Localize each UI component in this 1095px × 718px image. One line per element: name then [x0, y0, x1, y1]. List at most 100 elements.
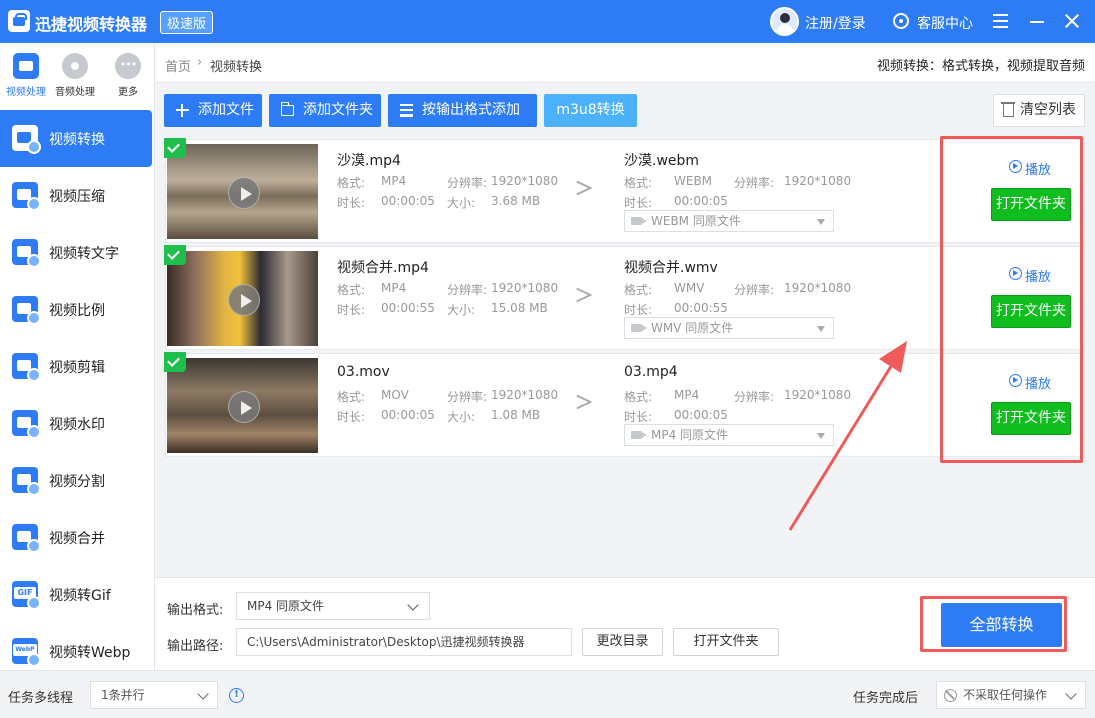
source-size: 3.68 MB — [491, 194, 541, 208]
source-duration: 00:00:05 — [381, 408, 435, 422]
edition-badge: 极速版 — [160, 11, 214, 34]
source-file-name: 沙漠.mp4 — [337, 153, 401, 169]
play-overlay-icon[interactable] — [228, 177, 260, 209]
sidebar-item-label: 视频压缩 — [49, 189, 105, 205]
resolution-label: 分辨率: — [734, 176, 775, 190]
button-label: 添加文件 — [198, 102, 254, 118]
folder-icon — [281, 102, 294, 116]
category-more[interactable]: 更多 — [102, 53, 154, 98]
breadcrumb-home[interactable]: 首页 — [165, 56, 191, 75]
sidebar-item-label: 视频转文字 — [49, 246, 119, 262]
format-label: 格式: — [624, 176, 653, 190]
add-file-button[interactable]: 添加文件 — [164, 94, 262, 127]
customer-service-link[interactable]: 客服中心 — [917, 13, 973, 33]
output-path-label: 输出路径: — [167, 639, 224, 654]
breadcrumb: 首页 › 视频转换 视频转换：格式转换，视频提取音频 — [155, 43, 1095, 83]
headset-icon[interactable] — [893, 13, 909, 29]
sidebar-item-label: 视频合并 — [49, 531, 105, 547]
output-settings: 输出格式: MP4 同原文件 输出路径: C:\Users\Administra… — [155, 577, 1095, 670]
status-bar: 任务多线程 1条并行 ! 任务完成后 不采取任何操作 — [0, 670, 1095, 718]
sidebar-item-video-to-gif[interactable]: 视频转Gif — [0, 566, 154, 623]
source-format: MP4 — [381, 281, 407, 295]
video-camera-icon — [631, 217, 647, 225]
open-output-folder-button[interactable]: 打开文件夹 — [673, 628, 779, 656]
output-format: MP4 — [674, 388, 700, 402]
caret-down-icon — [817, 219, 825, 225]
login-link[interactable]: 注册/登录 — [805, 13, 866, 33]
duration-label: 时长: — [624, 410, 653, 424]
category-label: 视频处理 — [6, 87, 46, 98]
app-logo-icon — [8, 10, 30, 32]
source-size: 15.08 MB — [491, 301, 548, 315]
video-camera-icon — [631, 431, 647, 439]
checkbox-checked-icon[interactable] — [164, 245, 186, 265]
convert-arrow-icon — [576, 394, 594, 410]
play-overlay-icon[interactable] — [228, 391, 260, 423]
source-file-name: 视频合并.mp4 — [337, 260, 429, 276]
select-value: WEBM 同原文件 — [651, 214, 741, 228]
sidebar-item-video-split[interactable]: 视频分割 — [0, 452, 154, 509]
checkbox-checked-icon[interactable] — [164, 352, 186, 372]
sidebar-item-video-to-text[interactable]: 视频转文字 — [0, 224, 154, 281]
sidebar-item-video-ratio[interactable]: 视频比例 — [0, 281, 154, 338]
title-bar: 迅捷视频转换器 极速版 注册/登录 客服中心 — [0, 0, 1095, 43]
video-merge-icon — [12, 524, 41, 553]
checkbox-checked-icon[interactable] — [164, 138, 186, 158]
video-process-icon — [13, 53, 39, 79]
sidebar-item-video-compress[interactable]: 视频压缩 — [0, 167, 154, 224]
list-icon — [400, 104, 413, 117]
user-avatar[interactable] — [770, 7, 799, 36]
sidebar-item-video-watermark[interactable]: 视频水印 — [0, 395, 154, 452]
source-duration: 00:00:55 — [381, 301, 435, 315]
output-path-field[interactable]: C:\Users\Administrator\Desktop\迅捷视频转换器 — [236, 628, 572, 656]
sidebar-item-label: 视频转换 — [49, 132, 105, 148]
sidebar-item-video-edit[interactable]: 视频剪辑 — [0, 338, 154, 395]
video-edit-icon — [12, 353, 41, 382]
add-by-format-button[interactable]: 按输出格式添加 — [388, 94, 537, 127]
video-thumbnail[interactable] — [167, 358, 318, 453]
multithread-select[interactable]: 1条并行 — [90, 681, 218, 709]
output-duration: 00:00:05 — [674, 194, 728, 208]
video-thumbnail[interactable] — [167, 144, 318, 239]
info-icon[interactable]: ! — [229, 688, 244, 703]
button-label: 按输出格式添加 — [422, 102, 520, 118]
minimize-icon[interactable] — [1030, 21, 1044, 23]
source-format: MP4 — [381, 174, 407, 188]
source-resolution: 1920*1080 — [491, 281, 559, 295]
sidebar-item-label: 视频剪辑 — [49, 360, 105, 376]
sidebar-item-video-convert[interactable]: 视频转换 — [0, 110, 152, 167]
video-thumbnail[interactable] — [167, 251, 318, 346]
output-format-dropdown[interactable]: MP4 同原文件 — [236, 592, 430, 620]
source-file-name: 03.mov — [337, 364, 390, 380]
resolution-label: 分辨率: — [447, 283, 488, 297]
category-label: 更多 — [118, 87, 138, 98]
annotation-highlight-box — [940, 136, 1083, 463]
category-audio[interactable]: 音频处理 — [49, 53, 101, 98]
ban-icon — [944, 689, 957, 702]
select-value: MP4 同原文件 — [247, 599, 325, 613]
output-file-name: 03.mp4 — [624, 364, 678, 380]
change-directory-button[interactable]: 更改目录 — [582, 628, 663, 656]
category-video[interactable]: 视频处理 — [0, 53, 52, 98]
audio-process-icon — [62, 53, 88, 79]
after-task-select[interactable]: 不采取任何操作 — [936, 681, 1086, 709]
duration-label: 时长: — [337, 410, 366, 424]
output-format: WEBM — [674, 174, 713, 188]
size-label: 大小: — [447, 303, 476, 317]
add-folder-button[interactable]: 添加文件夹 — [269, 94, 381, 127]
chevron-down-icon — [197, 688, 209, 700]
sidebar-item-video-merge[interactable]: 视频合并 — [0, 509, 154, 566]
output-format-select[interactable]: WEBM 同原文件 — [624, 210, 834, 232]
close-icon[interactable] — [1063, 12, 1081, 30]
sidebar-item-label: 视频比例 — [49, 303, 105, 319]
menu-icon[interactable] — [993, 14, 1008, 28]
video-convert-icon — [12, 125, 41, 154]
chevron-down-icon — [407, 599, 419, 611]
play-overlay-icon[interactable] — [228, 284, 260, 316]
after-task-label: 任务完成后 — [853, 691, 919, 706]
m3u8-convert-button[interactable]: m3u8转换 — [544, 94, 637, 127]
clear-list-button[interactable]: 清空列表 — [993, 94, 1085, 127]
duration-label: 时长: — [624, 303, 653, 317]
output-duration: 00:00:55 — [674, 301, 728, 315]
select-value: 不采取任何操作 — [963, 688, 1048, 702]
